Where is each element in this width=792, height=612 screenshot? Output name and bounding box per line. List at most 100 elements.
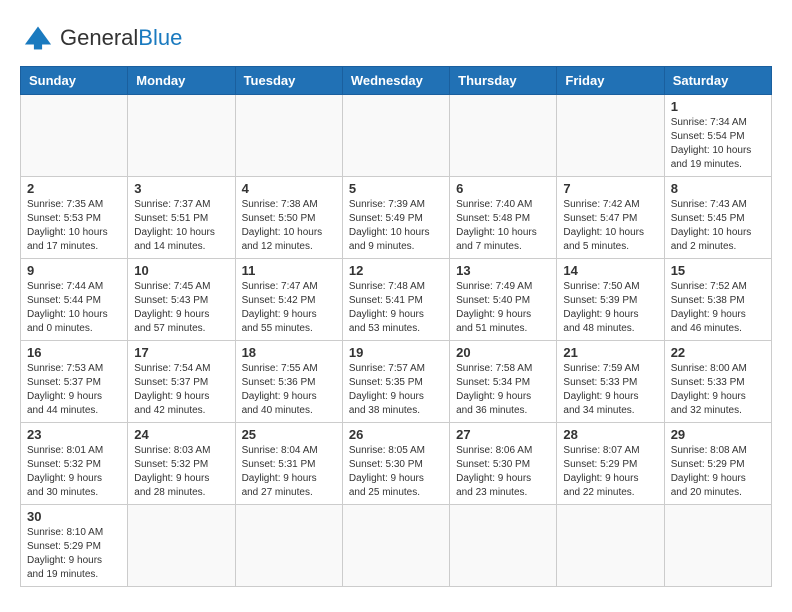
logo: GeneralBlue (20, 20, 182, 56)
calendar-cell: 13 Sunrise: 7:49 AM Sunset: 5:40 PM Dayli… (450, 259, 557, 341)
day-number: 19 (349, 345, 443, 360)
day-number: 5 (349, 181, 443, 196)
calendar-week-row: 9 Sunrise: 7:44 AM Sunset: 5:44 PM Daylig… (21, 259, 772, 341)
calendar-cell: 29 Sunrise: 8:08 AM Sunset: 5:29 PM Dayli… (664, 423, 771, 505)
calendar-cell: 14Sunrise: 7:50 AM Sunset: 5:39 PM Dayli… (557, 259, 664, 341)
day-info: Sunrise: 7:40 AM Sunset: 5:48 PM Dayligh… (456, 198, 550, 254)
day-info: Sunrise: 7:48 AM Sunset: 5:41 PM Dayligh… (349, 280, 443, 336)
calendar-cell: 21 Sunrise: 7:59 AM Sunset: 5:33 PM Dayli… (557, 341, 664, 423)
calendar-cell (235, 505, 342, 587)
calendar-cell: 9 Sunrise: 7:44 AM Sunset: 5:44 PM Daylig… (21, 259, 128, 341)
calendar-cell: 7Sunrise: 7:42 AM Sunset: 5:47 PM Daylig… (557, 177, 664, 259)
calendar-header-row: SundayMondayTuesdayWednesdayThursdayFrid… (21, 67, 772, 95)
day-number: 24 (134, 427, 228, 442)
calendar-cell (450, 505, 557, 587)
calendar-cell: 27Sunrise: 8:06 AM Sunset: 5:30 PM Dayli… (450, 423, 557, 505)
day-number: 29 (671, 427, 765, 442)
calendar-week-row: 23 Sunrise: 8:01 AM Sunset: 5:32 PM Dayli… (21, 423, 772, 505)
day-info: Sunrise: 7:49 AM Sunset: 5:40 PM Dayligh… (456, 280, 550, 336)
day-info: Sunrise: 7:53 AM Sunset: 5:37 PM Dayligh… (27, 362, 121, 418)
calendar-cell: 17Sunrise: 7:54 AM Sunset: 5:37 PM Dayli… (128, 341, 235, 423)
day-number: 8 (671, 181, 765, 196)
day-info: Sunrise: 7:52 AM Sunset: 5:38 PM Dayligh… (671, 280, 765, 336)
day-number: 30 (27, 509, 121, 524)
day-header-tuesday: Tuesday (235, 67, 342, 95)
calendar-cell: 15 Sunrise: 7:52 AM Sunset: 5:38 PM Dayli… (664, 259, 771, 341)
calendar-cell: 23 Sunrise: 8:01 AM Sunset: 5:32 PM Dayli… (21, 423, 128, 505)
calendar-week-row: 30 Sunrise: 8:10 AM Sunset: 5:29 PM Dayli… (21, 505, 772, 587)
day-number: 1 (671, 99, 765, 114)
day-info: Sunrise: 8:08 AM Sunset: 5:29 PM Dayligh… (671, 444, 765, 500)
calendar-cell: 12 Sunrise: 7:48 AM Sunset: 5:41 PM Dayli… (342, 259, 449, 341)
day-info: Sunrise: 7:35 AM Sunset: 5:53 PM Dayligh… (27, 198, 121, 254)
logo-icon (20, 20, 56, 56)
logo-text: GeneralBlue (60, 25, 182, 51)
calendar-cell: 25 Sunrise: 8:04 AM Sunset: 5:31 PM Dayli… (235, 423, 342, 505)
calendar-cell: 26 Sunrise: 8:05 AM Sunset: 5:30 PM Dayli… (342, 423, 449, 505)
day-info: Sunrise: 7:54 AM Sunset: 5:37 PM Dayligh… (134, 362, 228, 418)
calendar-cell: 10 Sunrise: 7:45 AM Sunset: 5:43 PM Dayli… (128, 259, 235, 341)
day-number: 10 (134, 263, 228, 278)
calendar: SundayMondayTuesdayWednesdayThursdayFrid… (20, 66, 772, 587)
day-number: 15 (671, 263, 765, 278)
day-number: 13 (456, 263, 550, 278)
day-info: Sunrise: 8:07 AM Sunset: 5:29 PM Dayligh… (563, 444, 657, 500)
day-info: Sunrise: 7:45 AM Sunset: 5:43 PM Dayligh… (134, 280, 228, 336)
day-info: Sunrise: 7:44 AM Sunset: 5:44 PM Dayligh… (27, 280, 121, 336)
calendar-cell: 24 Sunrise: 8:03 AM Sunset: 5:32 PM Dayli… (128, 423, 235, 505)
day-number: 9 (27, 263, 121, 278)
calendar-cell: 28Sunrise: 8:07 AM Sunset: 5:29 PM Dayli… (557, 423, 664, 505)
day-number: 23 (27, 427, 121, 442)
calendar-cell: 3Sunrise: 7:37 AM Sunset: 5:51 PM Daylig… (128, 177, 235, 259)
day-header-wednesday: Wednesday (342, 67, 449, 95)
calendar-cell: 18Sunrise: 7:55 AM Sunset: 5:36 PM Dayli… (235, 341, 342, 423)
day-number: 12 (349, 263, 443, 278)
calendar-cell (664, 505, 771, 587)
day-info: Sunrise: 7:50 AM Sunset: 5:39 PM Dayligh… (563, 280, 657, 336)
day-number: 25 (242, 427, 336, 442)
day-info: Sunrise: 8:05 AM Sunset: 5:30 PM Dayligh… (349, 444, 443, 500)
day-info: Sunrise: 7:38 AM Sunset: 5:50 PM Dayligh… (242, 198, 336, 254)
calendar-cell (342, 95, 449, 177)
day-info: Sunrise: 7:55 AM Sunset: 5:36 PM Dayligh… (242, 362, 336, 418)
day-info: Sunrise: 8:04 AM Sunset: 5:31 PM Dayligh… (242, 444, 336, 500)
day-number: 3 (134, 181, 228, 196)
calendar-cell (128, 505, 235, 587)
day-number: 6 (456, 181, 550, 196)
calendar-cell: 8Sunrise: 7:43 AM Sunset: 5:45 PM Daylig… (664, 177, 771, 259)
calendar-cell (128, 95, 235, 177)
calendar-cell (557, 95, 664, 177)
calendar-cell: 5 Sunrise: 7:39 AM Sunset: 5:49 PM Daylig… (342, 177, 449, 259)
calendar-cell (557, 505, 664, 587)
day-header-monday: Monday (128, 67, 235, 95)
day-number: 11 (242, 263, 336, 278)
day-header-thursday: Thursday (450, 67, 557, 95)
calendar-week-row: 16 Sunrise: 7:53 AM Sunset: 5:37 PM Dayli… (21, 341, 772, 423)
day-info: Sunrise: 8:06 AM Sunset: 5:30 PM Dayligh… (456, 444, 550, 500)
day-info: Sunrise: 7:39 AM Sunset: 5:49 PM Dayligh… (349, 198, 443, 254)
calendar-cell: 16 Sunrise: 7:53 AM Sunset: 5:37 PM Dayli… (21, 341, 128, 423)
calendar-cell: 4Sunrise: 7:38 AM Sunset: 5:50 PM Daylig… (235, 177, 342, 259)
day-number: 26 (349, 427, 443, 442)
day-info: Sunrise: 8:03 AM Sunset: 5:32 PM Dayligh… (134, 444, 228, 500)
calendar-cell: 11Sunrise: 7:47 AM Sunset: 5:42 PM Dayli… (235, 259, 342, 341)
day-number: 2 (27, 181, 121, 196)
day-number: 16 (27, 345, 121, 360)
calendar-week-row: 2 Sunrise: 7:35 AM Sunset: 5:53 PM Daylig… (21, 177, 772, 259)
day-header-saturday: Saturday (664, 67, 771, 95)
day-number: 21 (563, 345, 657, 360)
day-header-friday: Friday (557, 67, 664, 95)
day-info: Sunrise: 7:57 AM Sunset: 5:35 PM Dayligh… (349, 362, 443, 418)
day-info: Sunrise: 8:01 AM Sunset: 5:32 PM Dayligh… (27, 444, 121, 500)
calendar-cell (342, 505, 449, 587)
calendar-cell: 19 Sunrise: 7:57 AM Sunset: 5:35 PM Dayli… (342, 341, 449, 423)
day-info: Sunrise: 8:10 AM Sunset: 5:29 PM Dayligh… (27, 526, 121, 582)
calendar-cell: 30 Sunrise: 8:10 AM Sunset: 5:29 PM Dayli… (21, 505, 128, 587)
calendar-cell: 22Sunrise: 8:00 AM Sunset: 5:33 PM Dayli… (664, 341, 771, 423)
header: GeneralBlue (20, 20, 772, 56)
day-info: Sunrise: 7:58 AM Sunset: 5:34 PM Dayligh… (456, 362, 550, 418)
day-number: 20 (456, 345, 550, 360)
calendar-cell: 20 Sunrise: 7:58 AM Sunset: 5:34 PM Dayli… (450, 341, 557, 423)
day-info: Sunrise: 7:59 AM Sunset: 5:33 PM Dayligh… (563, 362, 657, 418)
calendar-cell (21, 95, 128, 177)
